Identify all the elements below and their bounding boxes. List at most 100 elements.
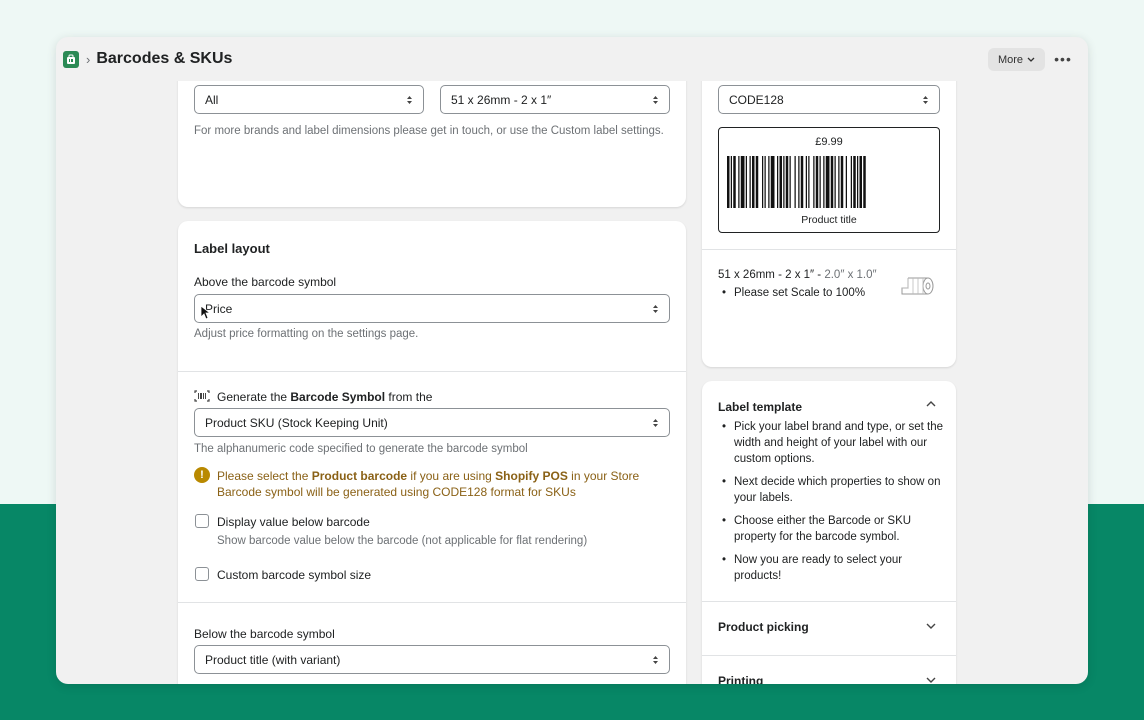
more-actions-icon[interactable]: ••• bbox=[1052, 49, 1074, 69]
label-size-info: 51 x 26mm - 2 x 1″ - 2.0″ x 1.0″ bbox=[718, 269, 877, 281]
label-size-value: 51 x 26mm - 2 x 1″ bbox=[451, 92, 552, 107]
barcode-graphic bbox=[727, 156, 866, 208]
barcode-bar bbox=[857, 156, 859, 208]
product-picking-section[interactable]: Product picking bbox=[702, 601, 956, 655]
label-brand-value: All bbox=[205, 92, 219, 107]
barcode-bar bbox=[834, 156, 836, 208]
template-step-item: Next decide which properties to show on … bbox=[718, 474, 944, 506]
chevron-down-icon bbox=[926, 623, 936, 629]
title-bar: › Barcodes & SKUs More ••• bbox=[56, 37, 1088, 81]
scale-note-text: Please set Scale to 100% bbox=[718, 285, 865, 301]
barcode-icon bbox=[194, 390, 210, 402]
warning-icon: ! bbox=[194, 467, 210, 483]
label-size-select[interactable]: 51 x 26mm - 2 x 1″ bbox=[440, 85, 670, 114]
select-arrows-icon bbox=[653, 655, 658, 664]
main-content: All 51 x 26mm - 2 x 1″ For more brands a… bbox=[56, 81, 1088, 684]
barcode-bar bbox=[840, 156, 844, 208]
generate-symbol-label: Generate the Barcode Symbol from the bbox=[217, 390, 432, 404]
preview-price: £9.99 bbox=[815, 136, 843, 148]
barcode-bar bbox=[733, 156, 736, 208]
barcode-bar bbox=[789, 156, 791, 208]
barcode-bar bbox=[805, 156, 807, 208]
display-value-help: Show barcode value below the barcode (no… bbox=[217, 535, 588, 547]
barcode-bar bbox=[794, 156, 796, 208]
app-icon bbox=[63, 50, 79, 68]
barcode-bar bbox=[785, 156, 789, 208]
warning-bold: Product barcode bbox=[311, 469, 408, 483]
below-barcode-label: Below the barcode symbol bbox=[194, 627, 335, 641]
select-arrows-icon bbox=[653, 418, 658, 427]
page-title: Barcodes & SKUs bbox=[96, 50, 233, 67]
above-barcode-select[interactable]: Price bbox=[194, 294, 670, 323]
above-barcode-label: Above the barcode symbol bbox=[194, 275, 337, 289]
app-window: › Barcodes & SKUs More ••• All 51 x 26mm… bbox=[56, 37, 1088, 684]
barcode-bar bbox=[808, 156, 810, 208]
barcode-bar bbox=[853, 156, 856, 208]
barcode-bar bbox=[730, 156, 732, 208]
barcode-bar bbox=[845, 156, 847, 208]
mouse-cursor-icon bbox=[200, 305, 210, 320]
below-barcode-value: Product title (with variant) bbox=[205, 652, 341, 667]
label-type-card: All 51 x 26mm - 2 x 1″ For more brands a… bbox=[178, 81, 686, 207]
scale-note: Please set Scale to 100% bbox=[718, 285, 865, 308]
barcode-bar bbox=[745, 156, 747, 208]
barcode-bar bbox=[777, 156, 779, 208]
warning-bold: Shopify POS bbox=[495, 469, 568, 483]
warning-text: Please select the bbox=[217, 469, 312, 483]
divider bbox=[178, 602, 686, 603]
generate-bold: Barcode Symbol bbox=[290, 390, 386, 404]
barcode-format-value: CODE128 bbox=[729, 92, 784, 107]
printing-title: Printing bbox=[718, 674, 764, 684]
template-steps-list: Pick your label brand and type, or set t… bbox=[718, 419, 944, 591]
generate-suffix: from the bbox=[385, 390, 433, 404]
select-arrows-icon bbox=[653, 304, 658, 313]
barcode-bar bbox=[825, 156, 830, 208]
barcode-bar bbox=[798, 156, 800, 208]
select-arrows-icon bbox=[923, 95, 928, 104]
custom-size-label: Custom barcode symbol size bbox=[217, 568, 372, 582]
display-value-checkbox[interactable] bbox=[195, 514, 209, 528]
display-value-label: Display value below barcode bbox=[217, 515, 370, 529]
product-picking-title: Product picking bbox=[718, 620, 809, 634]
divider bbox=[702, 249, 956, 250]
chevron-down-icon bbox=[1027, 57, 1035, 62]
breadcrumb-chevron-icon: › bbox=[86, 51, 91, 67]
barcode-bar bbox=[859, 156, 862, 208]
barcode-bar bbox=[749, 156, 751, 208]
barcode-symbol-select[interactable]: Product SKU (Stock Keeping Unit) bbox=[194, 408, 670, 437]
label-layout-title: Label layout bbox=[194, 241, 270, 256]
label-brand-select[interactable]: All bbox=[194, 85, 424, 114]
label-type-help: For more brands and label dimensions ple… bbox=[194, 125, 664, 137]
barcode-bar bbox=[850, 156, 852, 208]
barcode-bar bbox=[755, 156, 759, 208]
barcode-bar bbox=[783, 156, 785, 208]
more-label: More bbox=[997, 53, 1024, 66]
barcode-bar bbox=[762, 156, 764, 208]
more-button[interactable]: More bbox=[988, 48, 1045, 71]
custom-size-checkbox[interactable] bbox=[195, 567, 209, 581]
barcode-bar bbox=[779, 156, 782, 208]
divider bbox=[178, 371, 686, 372]
preview-card: CODE128 £9.99 Product title 51 x 26mm - … bbox=[702, 81, 956, 367]
warning-text: Barcode symbol will be generated using C… bbox=[217, 485, 576, 499]
label-layout-card: Label layout Above the barcode symbol Pr… bbox=[178, 221, 686, 684]
barcode-bar bbox=[800, 156, 804, 208]
printing-section[interactable]: Printing bbox=[702, 655, 956, 684]
barcode-bar bbox=[830, 156, 834, 208]
size-text: 51 x 26mm - 2 x 1″ - bbox=[718, 269, 825, 281]
barcode-bar bbox=[863, 156, 866, 208]
barcode-bar bbox=[764, 156, 766, 208]
chevron-up-icon[interactable] bbox=[926, 401, 936, 407]
barcode-bar bbox=[727, 156, 730, 208]
barcode-format-select[interactable]: CODE128 bbox=[718, 85, 940, 114]
barcode-bar bbox=[823, 156, 825, 208]
barcode-symbol-help: The alphanumeric code specified to gener… bbox=[194, 443, 528, 455]
pos-warning: Please select the Product barcode if you… bbox=[217, 468, 667, 500]
below-barcode-select[interactable]: Product title (with variant) bbox=[194, 645, 670, 674]
label-roll-icon bbox=[901, 277, 934, 295]
warning-text: in your Store bbox=[567, 469, 640, 483]
select-arrows-icon bbox=[407, 95, 412, 104]
template-step-item: Pick your label brand and type, or set t… bbox=[718, 419, 944, 467]
label-template-title: Label template bbox=[718, 400, 803, 414]
barcode-bar bbox=[752, 156, 755, 208]
